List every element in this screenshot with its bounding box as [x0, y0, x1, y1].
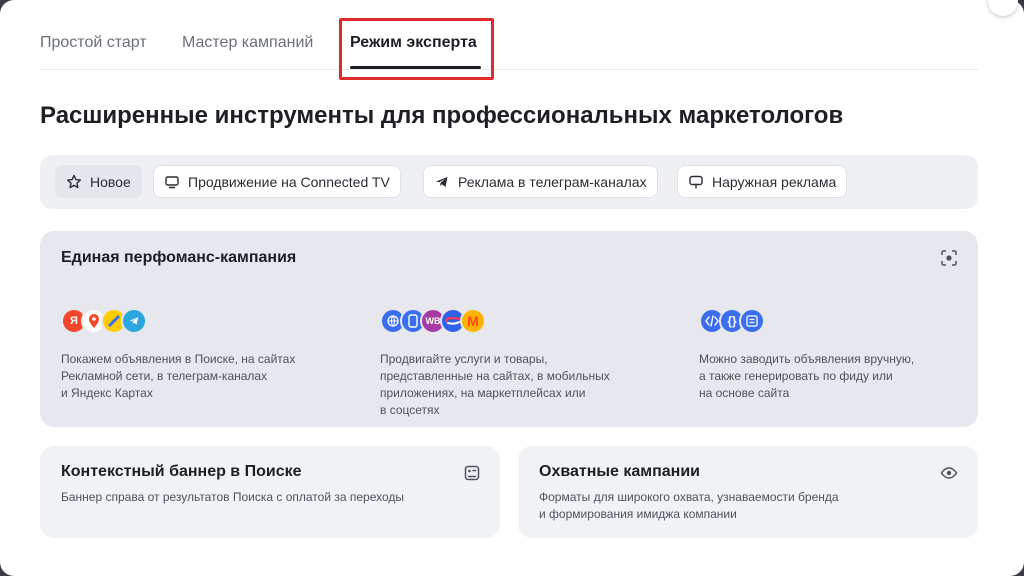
- performance-campaign-card[interactable]: Единая перфоманс-кампания Я Покажем объя…: [40, 231, 978, 427]
- banner-image-icon: [463, 464, 481, 482]
- billboard-icon: [688, 174, 704, 190]
- description-line: представленные на сайтах, в мобильных: [380, 369, 610, 383]
- description-line: и Яндекс Картах: [61, 386, 153, 400]
- page-title: Расширенные инструменты для профессионал…: [40, 102, 844, 129]
- description-line: Рекламной сети, в телеграм-каналах: [61, 369, 268, 383]
- performance-column-search: Я Покажем объявления в Поиске, на сайтах…: [61, 307, 331, 402]
- star-icon: [66, 174, 82, 190]
- feature-chips-bar: Новое Продвижение на Connected TV Реклам…: [40, 155, 978, 209]
- list-icon: [739, 308, 765, 334]
- card-title: Единая перфоманс-кампания: [61, 249, 297, 266]
- description-line: Можно заводить объявления вручную,: [699, 352, 915, 366]
- card-title: Охватные кампании: [539, 463, 701, 480]
- description-line: в соцсетях: [380, 403, 440, 417]
- chip-connected-tv[interactable]: Продвижение на Connected TV: [153, 165, 401, 198]
- description-line: приложениях, на маркетплейсах или: [380, 386, 586, 400]
- card-description: Форматы для широкого охвата, узнаваемост…: [539, 489, 839, 523]
- chip-label: Реклама в телеграм-каналах: [458, 173, 647, 190]
- telegram-icon: [434, 174, 450, 190]
- chip-outdoor-ads[interactable]: Наружная реклама: [677, 165, 848, 198]
- eye-icon: [940, 464, 958, 482]
- performance-column-products: WB M Продвигайте услуги и товары, предст…: [380, 307, 650, 419]
- card-title: Контекстный баннер в Поиске: [61, 463, 302, 480]
- telegram-logo-icon: [121, 308, 147, 334]
- column-description: Можно заводить объявления вручную, а так…: [699, 351, 969, 402]
- service-logos: WB M: [380, 307, 650, 335]
- service-logos: Я: [61, 307, 331, 335]
- performance-column-feeds: {} Можно заводить объявления вручную, а …: [699, 307, 969, 402]
- chip-label: Наружная реклама: [712, 173, 837, 190]
- column-description: Продвигайте услуги и товары, представлен…: [380, 351, 650, 419]
- description-line: Баннер справа от результатов Поиска с оп…: [61, 490, 405, 504]
- campaign-type-modal: Простой старт Мастер кампаний Режим эксп…: [0, 0, 1024, 576]
- description-line: и формирования имиджа компании: [539, 507, 737, 521]
- description-line: Продвигайте услуги и товары,: [380, 352, 548, 366]
- tab-simple-start[interactable]: Простой старт: [40, 34, 147, 52]
- tv-icon: [164, 174, 180, 190]
- focus-frame-icon: [940, 249, 958, 267]
- tab-campaign-wizard[interactable]: Мастер кампаний: [182, 34, 313, 52]
- chip-label: Новое: [90, 173, 131, 190]
- description-line: Покажем объявления в Поиске, на сайтах: [61, 352, 296, 366]
- chip-telegram-ads[interactable]: Реклама в телеграм-каналах: [423, 165, 658, 198]
- column-description: Покажем объявления в Поиске, на сайтах Р…: [61, 351, 331, 402]
- service-logos: {}: [699, 307, 969, 335]
- description-line: на основе сайта: [699, 386, 790, 400]
- mode-tabs: Простой старт Мастер кампаний Режим эксп…: [40, 28, 978, 70]
- chip-new[interactable]: Новое: [55, 165, 142, 198]
- annotation-highlight-box: [339, 18, 494, 80]
- card-description: Баннер справа от результатов Поиска с оп…: [61, 489, 404, 506]
- chip-label: Продвижение на Connected TV: [188, 173, 390, 190]
- close-button[interactable]: [988, 0, 1018, 16]
- context-banner-card[interactable]: Контекстный баннер в Поиске Баннер справ…: [40, 446, 500, 538]
- market-logo-icon: M: [460, 308, 486, 334]
- description-line: а также генерировать по фиду или: [699, 369, 893, 383]
- description-line: Форматы для широкого охвата, узнаваемост…: [539, 490, 839, 504]
- reach-campaigns-card[interactable]: Охватные кампании Форматы для широкого о…: [518, 446, 978, 538]
